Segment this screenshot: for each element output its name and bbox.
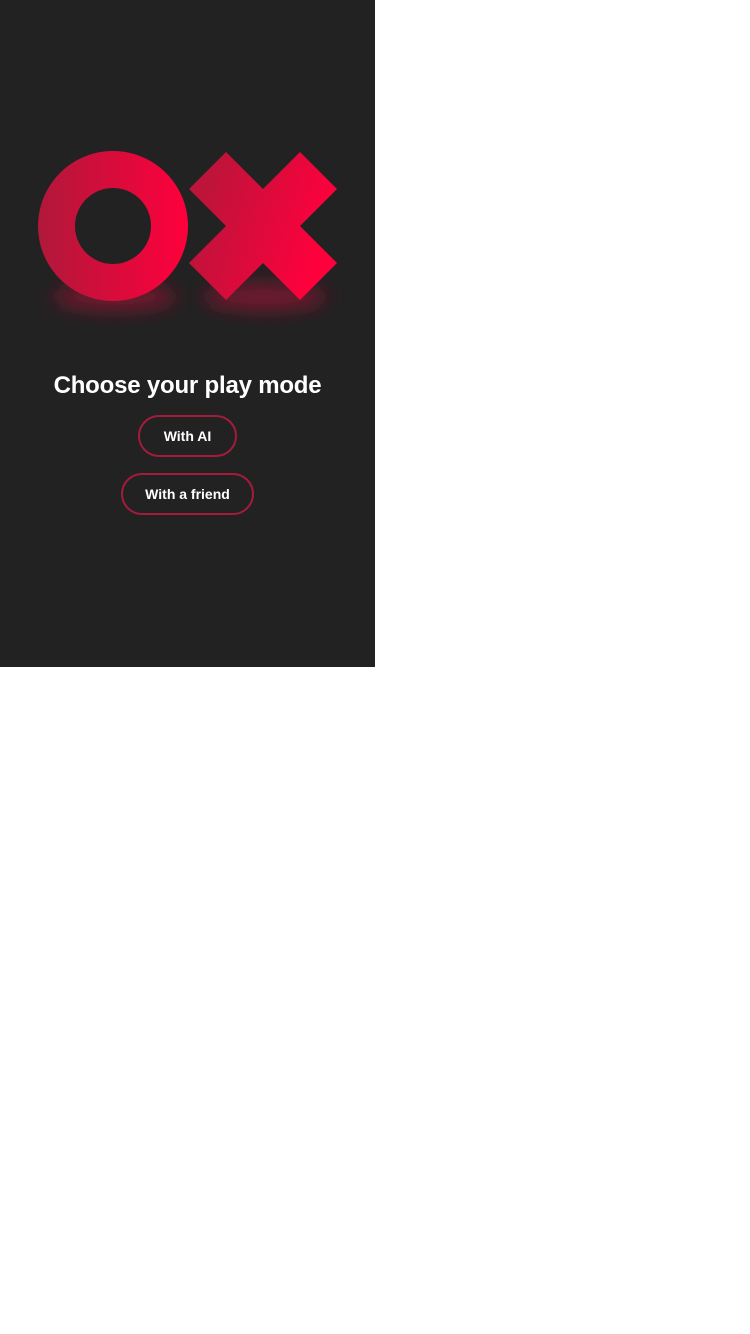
with-ai-button[interactable]: With AI bbox=[138, 415, 237, 457]
app-screen: Choose your play mode With AI With a fri… bbox=[0, 0, 375, 667]
page-title: Choose your play mode bbox=[53, 372, 322, 399]
o-icon bbox=[38, 151, 189, 301]
ox-logo bbox=[38, 151, 337, 311]
x-icon bbox=[189, 152, 337, 300]
with-friend-button[interactable]: With a friend bbox=[121, 473, 254, 515]
